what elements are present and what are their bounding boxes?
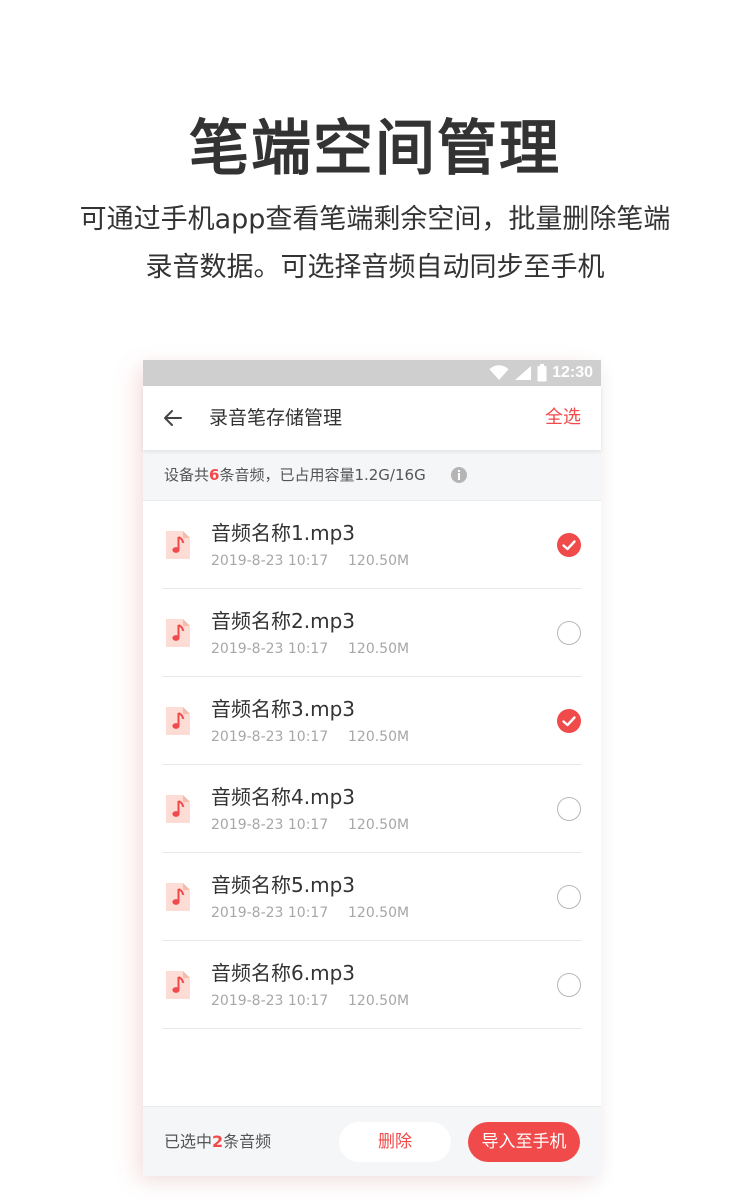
file-checkbox-unchecked[interactable] <box>557 797 581 821</box>
audio-file-icon <box>166 883 190 911</box>
file-size: 120.50M <box>348 905 410 921</box>
file-date: 2019-8-23 10:17 <box>211 817 329 833</box>
selected-prefix: 已选中 <box>164 1132 213 1151</box>
info-icon[interactable] <box>451 467 467 483</box>
file-name: 音频名称2.mp3 <box>211 609 355 633</box>
audio-file-icon <box>166 707 190 735</box>
file-date: 2019-8-23 10:17 <box>211 641 329 657</box>
row-divider <box>162 1028 582 1029</box>
file-name: 音频名称5.mp3 <box>211 873 355 897</box>
check-icon <box>562 540 576 551</box>
file-size: 120.50M <box>348 729 410 745</box>
import-to-phone-button[interactable]: 导入至手机 <box>468 1122 580 1162</box>
battery-icon <box>537 364 547 382</box>
audio-file-icon <box>166 619 190 647</box>
file-checkbox-unchecked[interactable] <box>557 885 581 909</box>
bottom-action-bar: 已选中2条音频 删除 导入至手机 <box>143 1106 601 1176</box>
file-date: 2019-8-23 10:17 <box>211 993 329 1009</box>
selected-suffix: 条音频 <box>223 1132 272 1151</box>
wifi-icon <box>489 365 509 380</box>
file-row[interactable]: 音频名称1.mp3 2019-8-23 10:17 120.50M <box>143 501 601 589</box>
app-bar: 录音笔存储管理 全选 <box>143 386 601 450</box>
selected-count-text: 已选中2条音频 <box>164 1107 271 1176</box>
storage-summary: 设备共6条音频，已占用容量1.2G/16G <box>143 450 601 501</box>
file-size: 120.50M <box>348 553 410 569</box>
audio-file-icon <box>166 971 190 999</box>
file-row[interactable]: 音频名称6.mp3 2019-8-23 10:17 120.50M <box>143 941 601 1029</box>
file-date: 2019-8-23 10:17 <box>211 905 329 921</box>
check-icon <box>562 716 576 727</box>
summary-prefix: 设备共 <box>164 466 210 484</box>
file-row[interactable]: 音频名称5.mp3 2019-8-23 10:17 120.50M <box>143 853 601 941</box>
status-icons: 12:30 <box>489 360 593 386</box>
file-name: 音频名称4.mp3 <box>211 785 355 809</box>
file-size: 120.50M <box>348 993 410 1009</box>
audio-file-list: 音频名称1.mp3 2019-8-23 10:17 120.50M 音频名称2.… <box>143 501 601 1029</box>
file-name: 音频名称6.mp3 <box>211 961 355 985</box>
file-checkbox-checked[interactable] <box>557 533 581 557</box>
signal-icon <box>515 366 532 380</box>
file-date: 2019-8-23 10:17 <box>211 553 329 569</box>
page-title: 录音笔存储管理 <box>209 407 343 429</box>
file-row[interactable]: 音频名称4.mp3 2019-8-23 10:17 120.50M <box>143 765 601 853</box>
delete-button[interactable]: 删除 <box>339 1122 451 1162</box>
hero-description: 可通过手机app查看笔端剩余空间，批量删除笔端 录音数据。可选择音频自动同步至手… <box>50 196 700 292</box>
file-name: 音频名称1.mp3 <box>211 521 355 545</box>
hero-title: 笔端空间管理 <box>189 114 561 184</box>
audio-file-icon <box>166 795 190 823</box>
status-bar: 12:30 <box>143 360 601 386</box>
selected-count: 2 <box>212 1132 224 1151</box>
status-time: 12:30 <box>552 364 593 381</box>
file-row[interactable]: 音频名称3.mp3 2019-8-23 10:17 120.50M <box>143 677 601 765</box>
file-size: 120.50M <box>348 817 410 833</box>
hero-description-line2: 录音数据。可选择音频自动同步至手机 <box>145 252 605 283</box>
summary-count: 6 <box>209 466 220 484</box>
storage-summary-text: 设备共6条音频，已占用容量1.2G/16G <box>164 450 426 500</box>
audio-file-icon <box>166 531 190 559</box>
file-checkbox-checked[interactable] <box>557 709 581 733</box>
back-arrow-icon[interactable] <box>161 406 185 430</box>
file-date: 2019-8-23 10:17 <box>211 729 329 745</box>
file-name: 音频名称3.mp3 <box>211 697 355 721</box>
phone-screen: 12:30 录音笔存储管理 全选 设备共6条音频，已占用容量1.2G/16G 音… <box>143 360 601 1176</box>
hero-description-line1: 可通过手机app查看笔端剩余空间，批量删除笔端 <box>79 204 671 235</box>
file-size: 120.50M <box>348 641 410 657</box>
file-checkbox-unchecked[interactable] <box>557 621 581 645</box>
file-checkbox-unchecked[interactable] <box>557 973 581 997</box>
summary-suffix: 条音频，已占用容量1.2G/16G <box>219 466 426 484</box>
file-row[interactable]: 音频名称2.mp3 2019-8-23 10:17 120.50M <box>143 589 601 677</box>
select-all-button[interactable]: 全选 <box>545 386 581 450</box>
